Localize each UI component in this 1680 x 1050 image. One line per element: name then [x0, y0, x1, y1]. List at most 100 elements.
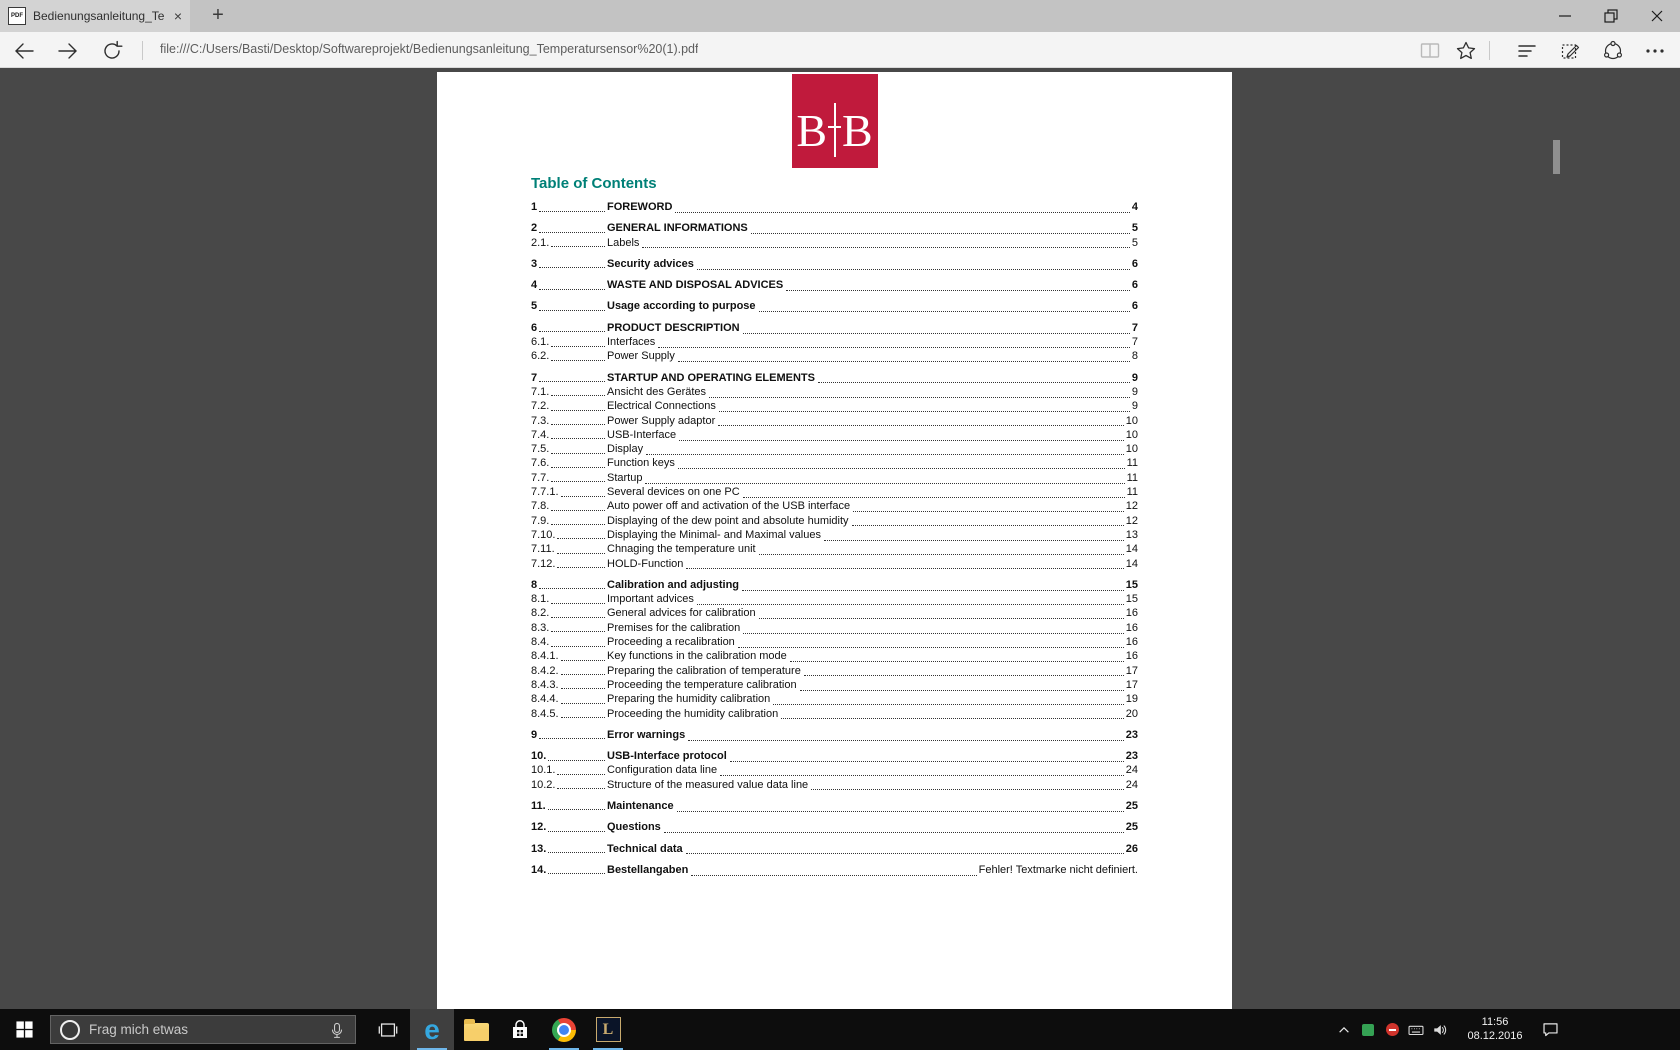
- toc-entry[interactable]: 4 WASTE AND DISPOSAL ADVICES 6: [531, 279, 1138, 293]
- taskbar-clock[interactable]: 11:56 08.12.2016: [1460, 1016, 1530, 1043]
- volume-icon[interactable]: [1428, 1021, 1452, 1039]
- start-button[interactable]: [0, 1009, 48, 1050]
- toc-entry[interactable]: 5 Usage according to purpose 6: [531, 300, 1138, 314]
- web-note-button[interactable]: [1559, 39, 1583, 63]
- toc-entry[interactable]: 8 Calibration and adjusting 15: [531, 579, 1138, 593]
- toc-number-text: 6.1.: [531, 336, 550, 349]
- favorites-star-button[interactable]: [1454, 39, 1478, 63]
- new-tab-button[interactable]: +: [200, 0, 236, 32]
- tray-icon-red[interactable]: [1380, 1023, 1404, 1036]
- toc-entry[interactable]: 7 STARTUP AND OPERATING ELEMENTS 9: [531, 372, 1138, 386]
- refresh-button[interactable]: [100, 39, 124, 63]
- toc-entry[interactable]: 12. Questions 25: [531, 821, 1138, 835]
- address-bar[interactable]: file:///C:/Users/Basti/Desktop/Softwarep…: [160, 32, 698, 67]
- toc-number-text: 14.: [531, 863, 547, 876]
- taskbar-app-file-explorer[interactable]: [454, 1009, 498, 1050]
- tray-icon-green[interactable]: [1356, 1023, 1380, 1036]
- toc-entry-page: 19: [1125, 693, 1138, 706]
- taskbar-app-edge[interactable]: e: [410, 1009, 454, 1050]
- toc-entry[interactable]: 7.12. HOLD-Function 14: [531, 558, 1138, 572]
- toc-entry[interactable]: 13. Technical data 26: [531, 843, 1138, 857]
- toc-entry-title: Configuration data line: [607, 764, 718, 777]
- dot-leader: [781, 718, 1124, 720]
- toc-entry[interactable]: 9 Error warnings 23: [531, 729, 1138, 743]
- dot-leader: [758, 554, 1124, 556]
- more-options-button[interactable]: [1643, 39, 1667, 63]
- minimize-button[interactable]: [1542, 0, 1588, 32]
- dot-leader: [645, 482, 1125, 484]
- toc-entry[interactable]: 7.2. Electrical Connections 9: [531, 400, 1138, 414]
- toc-entry[interactable]: 7.6. Function keys 11: [531, 457, 1138, 471]
- toc-entry[interactable]: 6 PRODUCT DESCRIPTION 7: [531, 322, 1138, 336]
- toc-entry[interactable]: 2 GENERAL INFORMATIONS 5: [531, 222, 1138, 236]
- toc-number-text: 7.11.: [531, 543, 555, 556]
- dot-leader: [758, 618, 1124, 620]
- toc-entry[interactable]: 7.4. USB-Interface 10: [531, 429, 1138, 443]
- toc-entry[interactable]: 10. USB-Interface protocol 23: [531, 750, 1138, 764]
- pdf-file-icon: PDF: [8, 7, 26, 25]
- toc-entry[interactable]: 6.2. Power Supply 8: [531, 350, 1138, 364]
- reading-view-button[interactable]: [1418, 39, 1442, 63]
- toc-entry[interactable]: 8.4.5. Proceeding the humidity calibratio…: [531, 708, 1138, 722]
- toc-entry-number: 14.: [531, 864, 607, 877]
- toc-entry[interactable]: 7.7.1. Several devices on one PC 11: [531, 486, 1138, 500]
- toc-entry[interactable]: 8.4.2. Preparing the calibration of tempe…: [531, 665, 1138, 679]
- dot-leader: [539, 381, 605, 383]
- toc-entry[interactable]: 8.4.4. Preparing the humidity calibration…: [531, 693, 1138, 707]
- cortana-search-input[interactable]: Frag mich etwas: [50, 1015, 356, 1044]
- toc-entry[interactable]: 7.3. Power Supply adaptor 10: [531, 415, 1138, 429]
- restore-button[interactable]: [1588, 0, 1634, 32]
- toc-entry[interactable]: 7.5. Display 10: [531, 443, 1138, 457]
- touch-keyboard-icon[interactable]: [1404, 1021, 1428, 1039]
- toc-entry[interactable]: 11. Maintenance 25: [531, 800, 1138, 814]
- toc-entry[interactable]: 6.1. Interfaces 7: [531, 336, 1138, 350]
- taskbar-app-store[interactable]: [498, 1009, 542, 1050]
- toc-entry[interactable]: 7.1. Ansicht des Gerätes 9: [531, 386, 1138, 400]
- toc-entry-number: 6.2.: [531, 350, 607, 363]
- taskbar: Frag mich etwas e L 11:56 08.12.2016: [0, 1009, 1680, 1050]
- tab-close-icon[interactable]: ×: [174, 9, 182, 23]
- toc-entry[interactable]: 10.2. Structure of the measured value dat…: [531, 779, 1138, 793]
- toc-entry-page: 24: [1125, 764, 1138, 777]
- toc-entry[interactable]: 1 FOREWORD 4: [531, 201, 1138, 215]
- toc-number-text: 8.4.2.: [531, 664, 559, 677]
- scrollbar-thumb[interactable]: [1553, 140, 1560, 174]
- toc-entry[interactable]: 7.9. Displaying of the dew point and abso…: [531, 515, 1138, 529]
- pdf-viewer: B B Table of Contents 1 FOREWORD 4 2 GENERAL…: [0, 68, 1680, 1009]
- toc-number-text: 9: [531, 728, 538, 741]
- browser-tab[interactable]: PDF Bedienungsanleitung_Te ×: [0, 0, 190, 32]
- toc-entry-number: 7.11.: [531, 543, 607, 556]
- hub-button[interactable]: [1515, 39, 1539, 63]
- forward-button[interactable]: [56, 39, 80, 63]
- share-button[interactable]: [1601, 39, 1625, 63]
- toc-entry[interactable]: 8.1. Important advices 15: [531, 593, 1138, 607]
- task-view-button[interactable]: [366, 1009, 410, 1050]
- dot-leader: [557, 538, 605, 540]
- back-button[interactable]: [12, 39, 36, 63]
- dot-leader: [742, 589, 1124, 591]
- toc-entry[interactable]: 14. Bestellangaben Fehler! Textmarke nicht…: [531, 864, 1138, 878]
- tray-expand-button[interactable]: [1332, 1022, 1356, 1038]
- toc-entry[interactable]: 8.2. General advices for calibration 16: [531, 607, 1138, 621]
- toc-entry[interactable]: 8.4.3. Proceeding the temperature calibra…: [531, 679, 1138, 693]
- dot-leader: [551, 395, 605, 397]
- taskbar-app-chrome[interactable]: [542, 1009, 586, 1050]
- toc-entry[interactable]: 8.4. Proceeding a recalibration 16: [531, 636, 1138, 650]
- toc-entry[interactable]: 7.8. Auto power off and activation of the…: [531, 500, 1138, 514]
- close-button[interactable]: [1634, 0, 1680, 32]
- toc-entry[interactable]: 10.1. Configuration data line 24: [531, 764, 1138, 778]
- toc-entry[interactable]: 7.11. Chnaging the temperature unit 14: [531, 543, 1138, 557]
- toc-entry[interactable]: 3 Security advices 6: [531, 258, 1138, 272]
- taskbar-app-league-of-legends[interactable]: L: [586, 1009, 630, 1050]
- toc-entry[interactable]: 7.7. Startup 11: [531, 472, 1138, 486]
- toc-entry[interactable]: 2.1. Labels 5: [531, 237, 1138, 251]
- action-center-button[interactable]: [1538, 1020, 1562, 1039]
- toc-entry-number: 7.6.: [531, 457, 607, 470]
- toc-entry[interactable]: 8.4.1. Key functions in the calibration m…: [531, 650, 1138, 664]
- toc-entry[interactable]: 8.3. Premises for the calibration 16: [531, 622, 1138, 636]
- toc-entry[interactable]: 7.10. Displaying the Minimal- and Maximal…: [531, 529, 1138, 543]
- dot-leader: [691, 874, 977, 876]
- toc-entry-title: Auto power off and activation of the USB…: [607, 500, 851, 513]
- toc-number-text: 8.3.: [531, 621, 550, 634]
- microphone-icon[interactable]: [328, 1021, 346, 1039]
